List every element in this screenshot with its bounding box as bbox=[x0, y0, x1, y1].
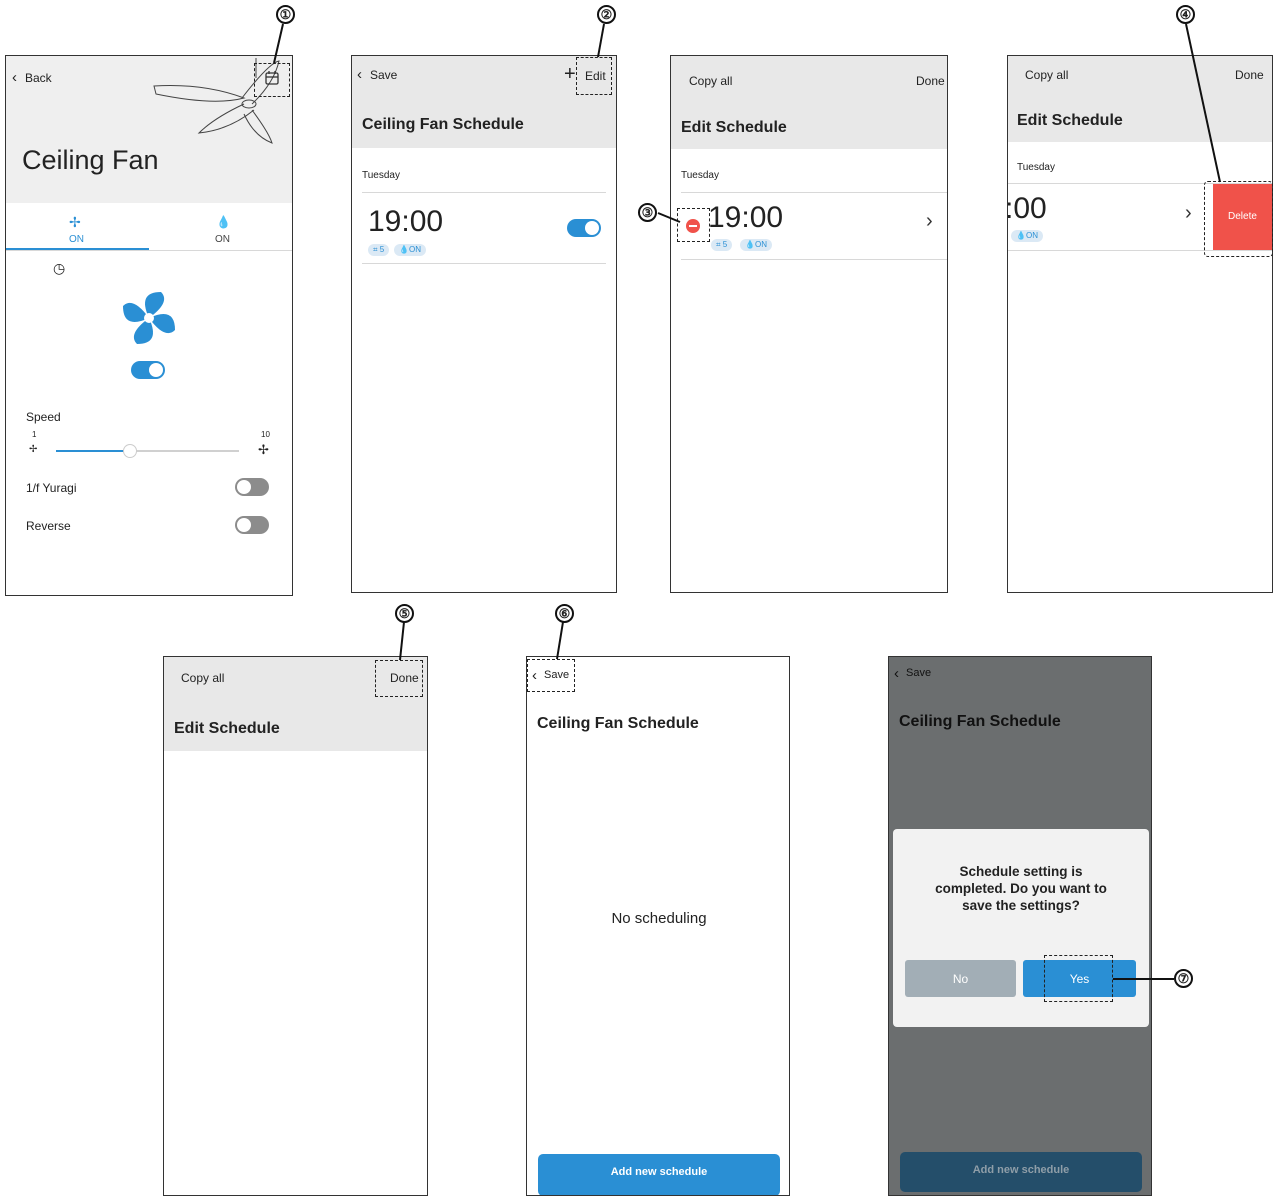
callout-4: ④ bbox=[1176, 5, 1195, 24]
callout-3: ③ bbox=[638, 203, 657, 222]
callout-6: ⑥ bbox=[555, 604, 574, 623]
leader-lines bbox=[273, 23, 1221, 980]
callout-5: ⑤ bbox=[395, 604, 414, 623]
callout-2: ② bbox=[597, 5, 616, 24]
callout-1: ① bbox=[276, 5, 295, 24]
callout-7: ⑦ bbox=[1174, 969, 1193, 988]
